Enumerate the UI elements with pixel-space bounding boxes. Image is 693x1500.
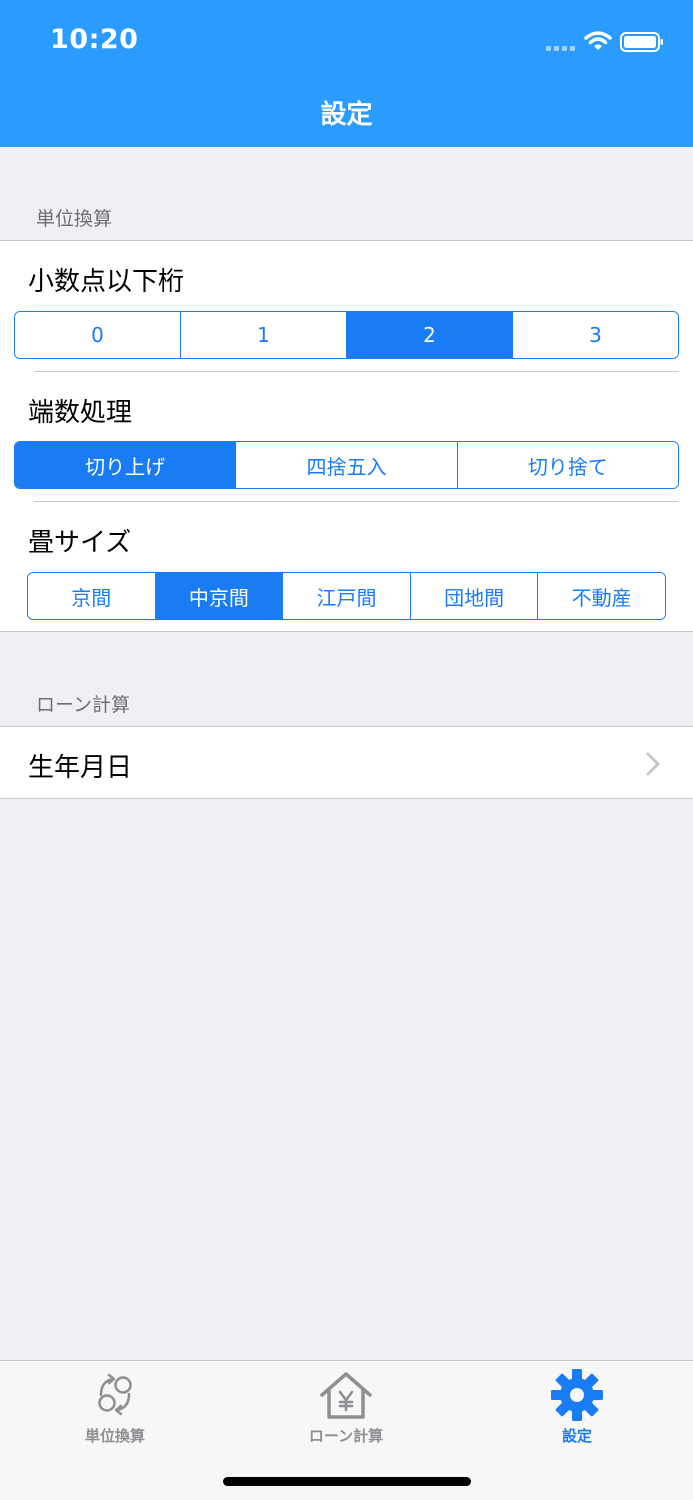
tatami-size-segmented-control: 京間 中京間 江戸間 団地間 不動産 — [27, 572, 666, 620]
settings-screen: 10:20 設定 単位換算 小数点以下桁 0123 端数処理 切り上げ 四捨五入切… — [0, 0, 693, 1500]
tab-label: 設定 — [561, 1427, 592, 1445]
decimal-places-segmented-control: 0123 — [14, 311, 679, 359]
tab-settings[interactable]: 設定 — [487, 1367, 667, 1447]
tatami-size-option-2[interactable]: 江戸間 — [282, 573, 410, 619]
tatami-size-option-3[interactable]: 団地間 — [409, 573, 538, 619]
wifi-icon — [584, 31, 612, 50]
birthday-label: 生年月日 — [28, 753, 133, 783]
tab-loan-calculation[interactable]: ローン計算 — [256, 1367, 436, 1447]
birthday-row[interactable]: 生年月日 — [0, 726, 693, 799]
section-header-unit: 単位換算 — [36, 208, 113, 230]
rounding-label: 端数処理 — [28, 398, 133, 428]
tab-label: 単位換算 — [84, 1427, 145, 1445]
rounding-option-2[interactable]: 切り捨て — [456, 442, 678, 488]
navigation-header: 10:20 設定 — [0, 0, 693, 147]
page-title: 設定 — [320, 100, 373, 130]
section-header-loan: ローン計算 — [36, 694, 131, 716]
decimal-places-label: 小数点以下桁 — [28, 267, 185, 297]
unit-conversion-icon — [98, 1373, 132, 1416]
unit-settings-group: 小数点以下桁 0123 端数処理 切り上げ 四捨五入 切り捨て 畳サイズ 京間 中京間… — [0, 240, 693, 632]
status-time: 10:20 — [50, 24, 139, 55]
decimal-places-option-2[interactable]: 2 — [346, 312, 512, 358]
battery-icon — [620, 32, 663, 52]
rounding-option-1[interactable]: 四捨五入 — [235, 442, 457, 488]
tatami-size-option-0[interactable]: 京間 — [28, 573, 155, 619]
tatami-size-label: 畳サイズ — [28, 528, 132, 558]
rounding-option-0[interactable]: 切り上げ — [15, 442, 236, 488]
cellular-signal-icon — [546, 46, 575, 51]
gear-icon — [551, 1369, 603, 1421]
tatami-size-option-4[interactable]: 不動産 — [537, 573, 665, 619]
row-divider — [34, 371, 679, 372]
decimal-places-option-0[interactable]: 0 — [15, 312, 180, 358]
decimal-places-option-3[interactable]: 3 — [512, 312, 678, 358]
rounding-segmented-control: 切り上げ 四捨五入 切り捨て — [14, 441, 679, 489]
home-indicator — [223, 1477, 471, 1486]
tab-unit-conversion[interactable]: 単位換算 — [25, 1367, 205, 1447]
tatami-size-option-1[interactable]: 中京間 — [154, 573, 283, 619]
decimal-places-option-1[interactable]: 1 — [180, 312, 346, 358]
tab-label: ローン計算 — [308, 1427, 384, 1445]
house-yen-icon — [320, 1372, 372, 1419]
row-divider — [34, 501, 679, 502]
chevron-right-icon — [646, 752, 660, 776]
